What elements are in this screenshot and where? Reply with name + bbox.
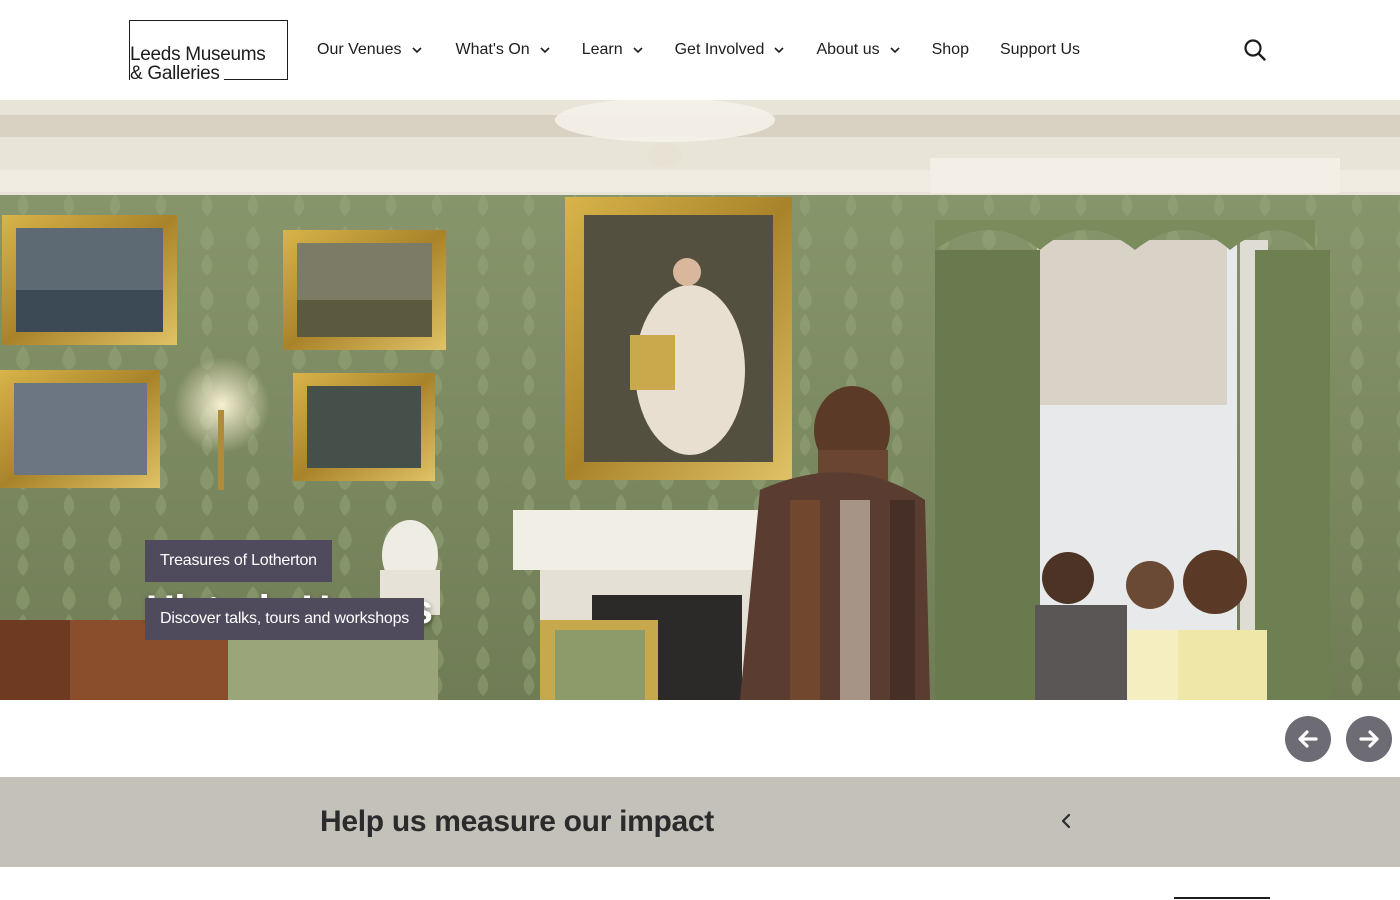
chevron-down-icon [540,47,550,54]
site-logo[interactable]: Leeds Museums & Galleries [129,20,288,84]
nav-item-label: Our Venues [317,41,402,58]
divider-line [1174,897,1270,899]
chevron-down-icon [633,47,643,54]
nav-item-support-us[interactable]: Support Us [1000,41,1080,59]
arrow-right-icon [1359,730,1379,748]
chevron-down-icon [890,47,900,54]
nav-item-label: What's On [455,41,530,58]
arrow-left-icon [1298,730,1318,748]
nav-item-label: Get Involved [674,41,765,58]
impact-title: Help us measure our impact [320,805,714,838]
chevron-down-icon [774,47,785,54]
logo-line-2: & Galleries [130,64,224,84]
main-nav: Our Venues What's On Learn Get Involved … [317,38,1080,62]
hero-link-treasures[interactable]: Treasures of Lotherton [145,540,332,582]
nav-item-label: Shop [931,41,969,58]
hero-link-talks-tours[interactable]: Discover talks, tours and workshops [145,598,425,640]
chevron-left-icon [1061,813,1071,829]
impact-banner: Help us measure our impact [0,777,1400,867]
nav-item-whats-on[interactable]: What's On [456,41,551,59]
nav-item-label: About us [816,41,880,58]
carousel-next-button[interactable] [1346,716,1392,762]
search-button[interactable] [1242,37,1268,63]
logo-line-1: Leeds Museums [130,45,270,65]
search-icon [1244,39,1266,61]
nav-item-label: Learn [581,41,623,58]
nav-item-shop[interactable]: Shop [932,41,969,59]
carousel-prev-button[interactable] [1285,716,1331,762]
nav-item-our-venues[interactable]: Our Venues [317,41,423,59]
chevron-down-icon [411,47,422,54]
nav-item-get-involved[interactable]: Get Involved [675,41,786,59]
nav-item-label: Support Us [999,41,1081,58]
nav-item-about-us[interactable]: About us [816,41,900,59]
site-header: Leeds Museums & Galleries Our Venues Wha… [0,0,1400,100]
nav-item-learn[interactable]: Learn [582,41,644,59]
impact-toggle-button[interactable] [1055,810,1077,832]
